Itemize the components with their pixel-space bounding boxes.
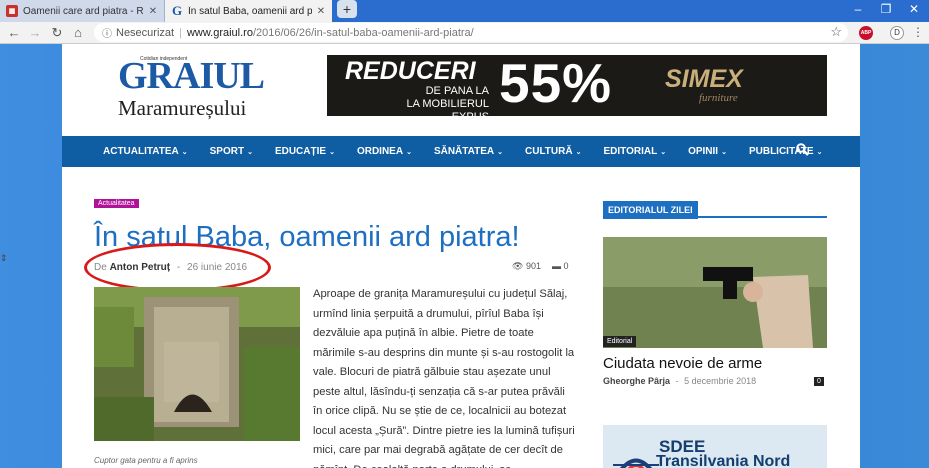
- nav-item-editorial[interactable]: EDITORIAL ⌄: [603, 146, 666, 157]
- reload-icon[interactable]: ↻: [49, 25, 65, 41]
- site-logo[interactable]: GRAIUL Cotidian independent Maramureșulu…: [118, 55, 278, 126]
- nav-item-publicitate[interactable]: PUBLICITATE ⌄: [749, 146, 823, 157]
- nav-item-opinii[interactable]: OPINII ⌄: [688, 146, 727, 157]
- address-bar[interactable]: ⓘ Nesecurizat | www.graiul.ro/2016/06/26…: [94, 23, 848, 42]
- close-window-icon[interactable]: ✕: [899, 0, 929, 20]
- sidebar-author: Gheorghe Pârja: [603, 376, 671, 386]
- web-page: GRAIUL Cotidian independent Maramureșulu…: [62, 44, 860, 468]
- logo-tagline: Cotidian independent: [140, 56, 188, 62]
- category-badge[interactable]: Actualitatea: [94, 199, 139, 208]
- nav-item-educatie[interactable]: EDUCAȚIE ⌄: [275, 146, 335, 157]
- banner-percent: 55%: [499, 55, 613, 114]
- annotation-ellipse: [84, 243, 271, 292]
- sidebar-photo[interactable]: [603, 237, 827, 348]
- chevron-down-icon: ⌄: [181, 149, 188, 156]
- banner-brand: SIMEX: [665, 65, 743, 93]
- sidebar-comment-count[interactable]: 0: [814, 377, 824, 386]
- new-tab-button[interactable]: +: [337, 0, 357, 18]
- eye-icon: 👁: [512, 261, 524, 271]
- minimize-icon[interactable]: –: [843, 0, 873, 20]
- adblock-extension-icon[interactable]: ABP: [859, 26, 873, 40]
- tab-title: Oamenii care ard piatra - Report: [23, 5, 144, 17]
- tab-title: În satul Baba, oamenii ard piatra!: [188, 5, 312, 17]
- profile-avatar[interactable]: D: [890, 26, 904, 40]
- comment-icon: ▬: [552, 261, 561, 271]
- back-icon[interactable]: ←: [6, 25, 22, 41]
- close-tab-icon[interactable]: ✕: [316, 6, 326, 17]
- mouse-cursor-icon: ⇕: [0, 253, 8, 263]
- ad-banner[interactable]: REDUCERI DE PANA LALA MOBILIERUL EXPUS 5…: [327, 55, 827, 116]
- comments-counter[interactable]: ▬ 0: [552, 261, 569, 271]
- forward-icon[interactable]: →: [27, 25, 43, 41]
- sidebar-heading: EDITORIALUL ZILEI: [603, 200, 827, 219]
- info-icon[interactable]: ⓘ: [102, 25, 112, 40]
- main-nav: ACTUALITATEA ⌄ SPORT ⌄ EDUCAȚIE ⌄ ORDINEA ⌄ …: [62, 136, 860, 167]
- article-photo: [94, 287, 300, 441]
- chevron-down-icon: ⌄: [497, 149, 503, 156]
- ad-subtitle: Transilvania Nord: [656, 453, 791, 468]
- views-counter: 👁 901: [512, 261, 541, 271]
- sidebar-date: 5 decembrie 2018: [684, 376, 757, 386]
- chevron-down-icon: ⌄: [247, 149, 253, 156]
- nav-item-cultura[interactable]: CULTURĂ ⌄: [525, 146, 581, 157]
- sidebar-tag[interactable]: Editorial: [603, 336, 637, 347]
- chevron-down-icon: ⌄: [406, 149, 412, 156]
- chevron-down-icon: ⌄: [721, 149, 727, 156]
- article-body: Aproape de granița Maramureșului cu jude…: [313, 288, 575, 468]
- url-path: /2016/06/26/in-satul-baba-oamenii-ard-pi…: [252, 26, 474, 39]
- photo-caption: Cuptor gata pentru a fi aprins: [94, 456, 198, 465]
- bookmark-star-icon[interactable]: ☆: [830, 24, 842, 40]
- separator: |: [179, 26, 182, 39]
- nav-item-ordinea[interactable]: ORDINEA ⌄: [357, 146, 412, 157]
- nav-item-sport[interactable]: SPORT ⌄: [210, 146, 253, 157]
- banner-headline: REDUCERI: [345, 57, 476, 85]
- security-label: Nesecurizat: [116, 26, 175, 39]
- chevron-down-icon: ⌄: [329, 149, 335, 156]
- url-domain: www.graiul.ro: [186, 26, 253, 39]
- nav-item-sanatatea[interactable]: SĂNĂTATEA ⌄: [434, 146, 503, 157]
- sdee-logo-icon: [613, 458, 659, 468]
- browser-toolbar: ← → ↻ ⌂ ⓘ Nesecurizat | www.graiul.ro/20…: [0, 22, 929, 44]
- home-icon[interactable]: ⌂: [70, 25, 86, 41]
- search-icon[interactable]: [796, 143, 809, 159]
- sidebar-article-title[interactable]: Ciudata nevoie de arme: [603, 355, 762, 372]
- chevron-down-icon: ⌄: [575, 149, 582, 156]
- tab-strip: ▦ Oamenii care ard piatra - Report ✕ G Î…: [0, 0, 929, 22]
- logo-subtitle: Maramureșului: [118, 96, 247, 120]
- sidebar-dash: -: [675, 376, 679, 386]
- tab-inactive[interactable]: ▦ Oamenii care ard piatra - Report ✕: [0, 0, 165, 22]
- nav-item-actualitatea[interactable]: ACTUALITATEA ⌄: [103, 146, 188, 157]
- banner-brand-sub: furniture: [699, 92, 738, 104]
- sidebar-meta: Gheorghe Pârja - 5 decembrie 2018: [603, 376, 756, 386]
- chevron-down-icon: ⌄: [660, 149, 667, 156]
- graiul-favicon-icon: G: [171, 3, 183, 18]
- close-tab-icon[interactable]: ✕: [148, 6, 158, 17]
- banner-subtext: DE PANA LALA MOBILIERUL EXPUS: [406, 85, 489, 116]
- sidebar-ad[interactable]: SDEE Transilvania Nord: [603, 425, 827, 468]
- tab-active[interactable]: G În satul Baba, oamenii ard piatra! ✕: [165, 0, 332, 22]
- browser-menu-icon[interactable]: ⋮: [912, 25, 924, 39]
- site-favicon-icon: ▦: [6, 5, 18, 17]
- maximize-icon[interactable]: ❐: [871, 0, 901, 20]
- chevron-down-icon: ⌄: [816, 149, 823, 156]
